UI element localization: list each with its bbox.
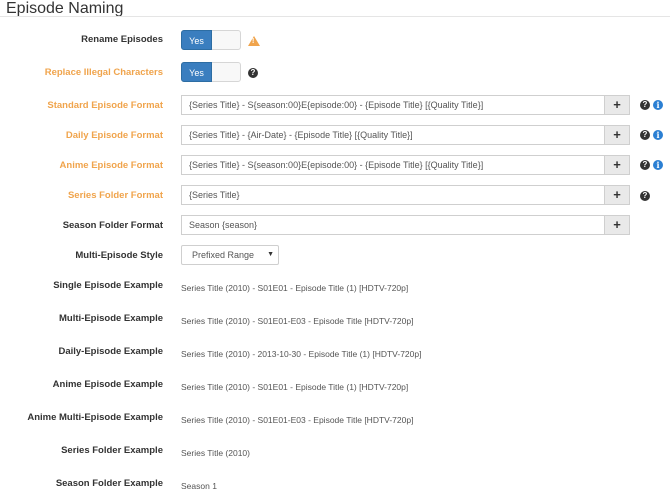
rename-episodes-label: Rename Episodes [81, 34, 163, 45]
standard-format-value: {Series Title} - S{season:00}E{episode:0… [189, 100, 484, 110]
season-folder-example-label: Season Folder Example [55, 478, 163, 489]
info-icon[interactable]: i [653, 160, 663, 170]
replace-illegal-yes[interactable]: Yes [181, 62, 212, 82]
anime-format-label: Anime Episode Format [59, 160, 163, 171]
replace-illegal-toggle[interactable]: Yes [181, 62, 241, 82]
series-folder-format-value: {Series Title} [189, 190, 240, 200]
daily-format-label: Daily Episode Format [65, 130, 163, 141]
daily-episode-example-value: Series Title (2010) - 2013-10-30 - Episo… [181, 349, 422, 359]
series-folder-format-add-button[interactable]: + [604, 186, 629, 204]
anime-multi-episode-example-label: Anime Multi-Episode Example [27, 412, 163, 423]
season-folder-example-value: Season 1 [181, 481, 217, 491]
help-icon[interactable]: ? [640, 191, 650, 201]
anime-format-add-button[interactable]: + [604, 156, 629, 174]
single-episode-example-value: Series Title (2010) - S01E01 - Episode T… [181, 283, 409, 293]
multi-episode-style-value: Prefixed Range [192, 250, 255, 260]
single-episode-example-label: Single Episode Example [53, 280, 163, 291]
season-folder-format-add-button[interactable]: + [604, 216, 629, 234]
rename-episodes-toggle[interactable]: Yes [181, 30, 241, 50]
help-icon[interactable]: ? [640, 160, 650, 170]
anime-episode-example-label: Anime Episode Example [52, 379, 163, 390]
standard-format-input[interactable]: {Series Title} - S{season:00}E{episode:0… [181, 95, 630, 115]
anime-multi-episode-example-value: Series Title (2010) - S01E01-E03 - Episo… [181, 415, 414, 425]
help-icon[interactable]: ? [640, 130, 650, 140]
replace-illegal-label: Replace Illegal Characters [44, 67, 163, 78]
multi-episode-example-label: Multi-Episode Example [59, 313, 163, 324]
standard-format-label: Standard Episode Format [47, 100, 163, 111]
help-icon[interactable]: ? [640, 100, 650, 110]
anime-format-value: {Series Title} - S{season:00}E{episode:0… [189, 160, 484, 170]
info-icon[interactable]: i [653, 130, 663, 140]
anime-episode-example-value: Series Title (2010) - S01E01 - Episode T… [181, 382, 409, 392]
series-folder-format-label: Series Folder Format [67, 190, 163, 201]
daily-format-add-button[interactable]: + [604, 126, 629, 144]
help-icon[interactable]: ? [248, 68, 258, 78]
multi-episode-style-label: Multi-Episode Style [75, 250, 163, 261]
multi-episode-style-select[interactable]: Prefixed Range ▼ [181, 245, 279, 265]
multi-episode-example-value: Series Title (2010) - S01E01-E03 - Episo… [181, 316, 414, 326]
series-folder-example-label: Series Folder Example [61, 445, 163, 456]
rename-episodes-yes[interactable]: Yes [181, 30, 212, 50]
chevron-down-icon: ▼ [267, 251, 274, 258]
season-folder-format-value: Season {season} [189, 220, 258, 230]
season-folder-format-input[interactable]: Season {season} + [181, 215, 630, 235]
info-icon[interactable]: i [653, 100, 663, 110]
series-folder-format-input[interactable]: {Series Title} + [181, 185, 630, 205]
daily-format-value: {Series Title} - {Air-Date} - {Episode T… [189, 130, 413, 140]
season-folder-format-label: Season Folder Format [62, 220, 163, 231]
daily-episode-example-label: Daily-Episode Example [58, 346, 163, 357]
warning-icon: ! [248, 36, 260, 46]
series-folder-example-value: Series Title (2010) [181, 448, 250, 458]
daily-format-input[interactable]: {Series Title} - {Air-Date} - {Episode T… [181, 125, 630, 145]
standard-format-add-button[interactable]: + [604, 96, 629, 114]
anime-format-input[interactable]: {Series Title} - S{season:00}E{episode:0… [181, 155, 630, 175]
section-divider [0, 16, 670, 17]
